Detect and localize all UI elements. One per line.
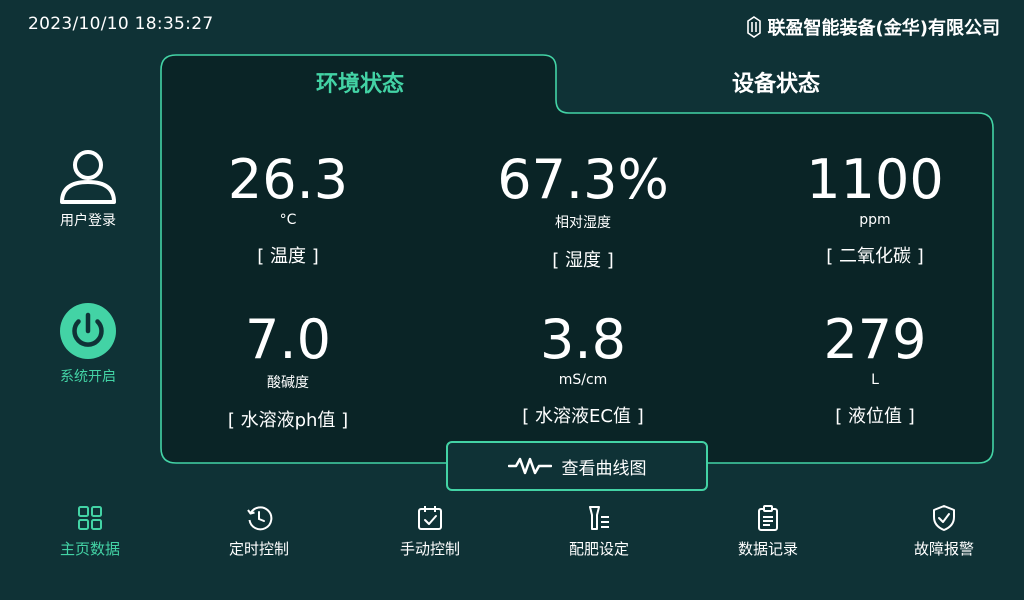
nav-home[interactable]: 主页数据 xyxy=(20,504,160,559)
level-label: [ 液位值 ] xyxy=(835,406,915,427)
ec-value: 3.8 xyxy=(540,308,626,371)
ec-label: [ 水溶液EC值 ] xyxy=(522,406,644,427)
ph-label: [ 水溶液ph值 ] xyxy=(227,410,349,431)
co2-metric: 1100 ppm [ 二氧化碳 ] xyxy=(735,150,1015,268)
nav-fertilizer-label: 配肥设定 xyxy=(568,540,629,558)
temperature-label: [ 温度 ] xyxy=(257,246,319,267)
grid-icon xyxy=(78,506,102,530)
nav-fertilizer[interactable]: 配肥设定 xyxy=(529,504,669,559)
system-power-label: 系统开启 xyxy=(60,369,116,385)
nav-manual-label: 手动控制 xyxy=(399,540,460,558)
temperature-value: 26.3 xyxy=(227,148,349,211)
clipboard-icon xyxy=(758,505,778,531)
nav-alarm[interactable]: 故障报警 xyxy=(874,504,1014,559)
nav-records-label: 数据记录 xyxy=(737,540,798,558)
brand: 联盈智能装备(金华)有限公司 xyxy=(746,14,1000,40)
brand-name: 联盈智能装备(金华)有限公司 xyxy=(767,18,1000,39)
ph-value: 7.0 xyxy=(245,308,331,371)
system-power-button[interactable]: 系统开启 xyxy=(48,302,128,386)
temperature-unit: °C xyxy=(279,212,297,228)
co2-label: [ 二氧化碳 ] xyxy=(826,246,924,267)
nav-alarm-label: 故障报警 xyxy=(913,540,974,558)
calendar-check-icon xyxy=(418,506,442,530)
humidity-metric: 67.3% 相对湿度 [ 湿度 ] xyxy=(443,150,723,272)
user-icon xyxy=(60,150,116,204)
user-login-label: 用户登录 xyxy=(60,213,116,229)
level-unit: L xyxy=(871,372,879,388)
user-login-button[interactable]: 用户登录 xyxy=(48,148,128,230)
ph-metric: 7.0 酸碱度 [ 水溶液ph值 ] xyxy=(148,310,428,432)
level-value: 279 xyxy=(823,308,927,371)
flask-list-icon xyxy=(589,506,609,530)
tab-device[interactable]: 设备状态 xyxy=(560,66,992,98)
power-icon xyxy=(60,303,116,359)
nav-home-label: 主页数据 xyxy=(59,540,120,558)
nav-timer[interactable]: 定时控制 xyxy=(189,504,329,559)
temperature-metric: 26.3 °C [ 温度 ] xyxy=(148,150,428,268)
ec-metric: 3.8 mS/cm [ 水溶液EC值 ] xyxy=(443,310,723,428)
brand-logo-icon xyxy=(746,16,761,38)
co2-unit: ppm xyxy=(859,212,891,228)
nav-records[interactable]: 数据记录 xyxy=(698,504,838,559)
humidity-label: [ 湿度 ] xyxy=(552,250,614,271)
nav-manual[interactable]: 手动控制 xyxy=(360,504,500,559)
shield-check-icon xyxy=(933,505,955,531)
waveform-icon xyxy=(507,457,552,475)
humidity-value: 67.3% xyxy=(497,148,669,211)
ec-unit: mS/cm xyxy=(558,372,608,388)
tab-environment[interactable]: 环境状态 xyxy=(164,66,556,98)
humidity-unit: 相对湿度 xyxy=(555,215,611,231)
view-curve-button[interactable]: 查看曲线图 xyxy=(446,441,708,491)
clock-icon xyxy=(247,506,273,531)
co2-value: 1100 xyxy=(806,148,944,211)
ph-unit: 酸碱度 xyxy=(267,375,309,391)
nav-timer-label: 定时控制 xyxy=(228,540,289,558)
datetime: 2023/10/10 18:35:27 xyxy=(28,14,214,34)
view-curve-label: 查看曲线图 xyxy=(561,458,647,479)
level-metric: 279 L [ 液位值 ] xyxy=(735,310,1015,428)
